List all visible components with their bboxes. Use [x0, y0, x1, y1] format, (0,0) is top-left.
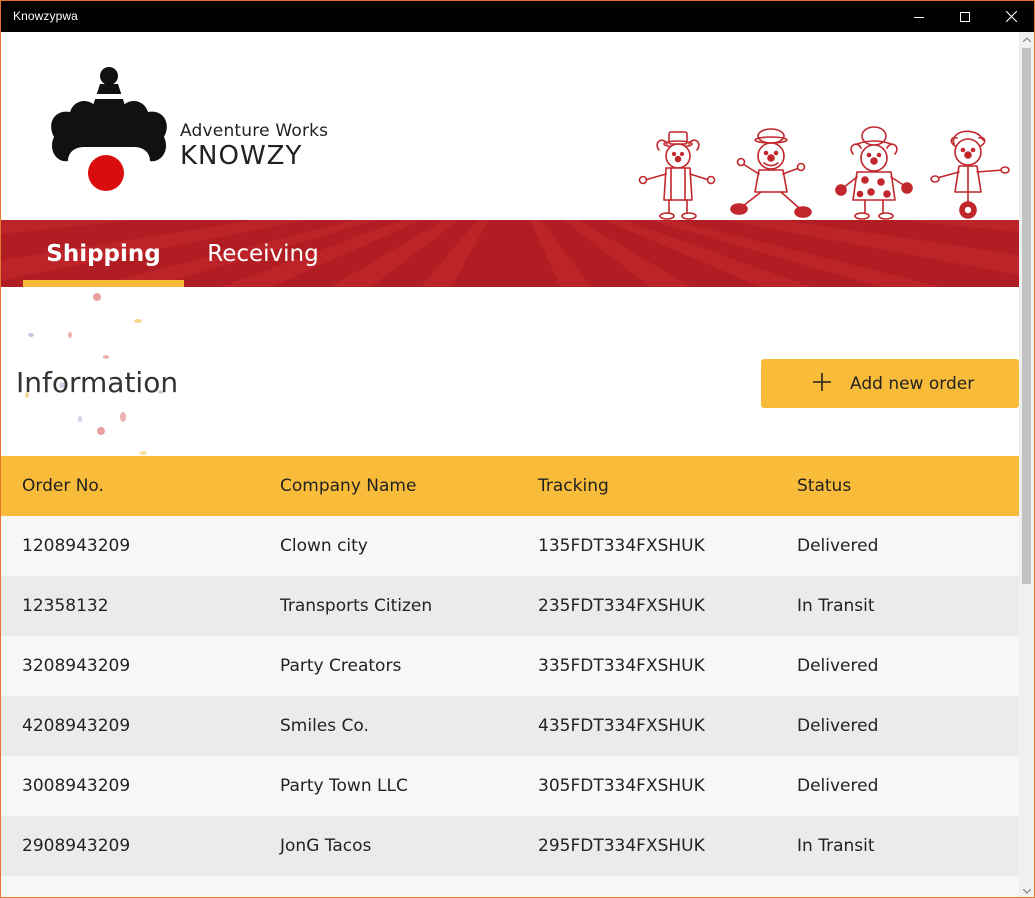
plus-icon — [813, 373, 831, 391]
column-header-company-name[interactable]: Company Name — [280, 476, 416, 496]
active-tab-indicator — [23, 280, 184, 287]
cell-tracking: 235FDT334FXSHUK — [538, 596, 705, 616]
cell-company-name: Transports Citizen — [280, 596, 433, 616]
cell-status: Delivered — [797, 536, 879, 556]
cell-company-name: Party Creators — [280, 656, 402, 676]
close-button[interactable] — [988, 1, 1034, 32]
app-window: Knowzypwa Adventure Works KNOWZY Shippin… — [0, 0, 1035, 898]
cell-tracking: 305FDT334FXSHUK — [538, 776, 705, 796]
clown-figure-4 — [930, 130, 1010, 219]
column-header-tracking[interactable]: Tracking — [538, 476, 609, 496]
nav-bar: Shipping Receiving — [1, 220, 1019, 287]
brand-subtitle: Adventure Works — [180, 121, 329, 141]
cell-order-no: 1208943209 — [22, 536, 131, 556]
section-title: Information — [16, 366, 179, 399]
cell-order-no: 3208943209 — [22, 656, 131, 676]
brand: Adventure Works KNOWZY — [180, 121, 328, 171]
cell-tracking: 135FDT334FXSHUK — [538, 536, 705, 556]
cell-status: Delivered — [797, 716, 879, 736]
scroll-up-button[interactable] — [1019, 32, 1034, 46]
table-row-partial[interactable] — [1, 876, 1019, 897]
cell-company-name: Clown city — [280, 536, 368, 556]
cell-order-no: 2908943209 — [22, 836, 131, 856]
clown-figure-2 — [730, 128, 812, 218]
title-bar[interactable]: Knowzypwa — [1, 1, 1034, 32]
table-row[interactable]: 2908943209 JonG Tacos 295FDT334FXSHUK In… — [1, 816, 1019, 876]
close-icon — [1005, 11, 1017, 22]
tab-shipping[interactable]: Shipping — [23, 220, 184, 287]
table-row[interactable]: 3008943209 Party Town LLC 305FDT334FXSHU… — [1, 756, 1019, 816]
cell-tracking: 295FDT334FXSHUK — [538, 836, 705, 856]
scrollbar-thumb[interactable] — [1022, 48, 1031, 584]
cell-status: In Transit — [797, 596, 875, 616]
cell-tracking: 435FDT334FXSHUK — [538, 716, 705, 736]
clown-figure-1 — [638, 131, 716, 220]
cell-tracking: 335FDT334FXSHUK — [538, 656, 705, 676]
cell-company-name: Smiles Co. — [280, 716, 369, 736]
clown-illustrations — [638, 126, 1010, 220]
table-row[interactable]: 12358132 Transports Citizen 235FDT334FXS… — [1, 576, 1019, 636]
brand-name: KNOWZY — [180, 141, 303, 171]
window-title: Knowzypwa — [13, 9, 78, 23]
table-row[interactable]: 4208943209 Smiles Co. 435FDT334FXSHUK De… — [1, 696, 1019, 756]
cell-company-name: Party Town LLC — [280, 776, 408, 796]
clown-logo — [51, 67, 167, 191]
minimize-button[interactable] — [896, 1, 942, 32]
cell-order-no: 3008943209 — [22, 776, 131, 796]
minimize-icon — [914, 16, 924, 18]
maximize-button[interactable] — [942, 1, 988, 32]
cell-status: Delivered — [797, 776, 879, 796]
vertical-scrollbar[interactable] — [1019, 32, 1034, 897]
cell-order-no: 4208943209 — [22, 716, 131, 736]
clown-figure-3 — [835, 126, 913, 220]
main-content[interactable]: Adventure Works KNOWZY Shipping Receivin… — [1, 32, 1019, 897]
column-header-order-no[interactable]: Order No. — [22, 476, 104, 496]
cell-status: In Transit — [797, 836, 875, 856]
maximize-icon — [960, 11, 970, 22]
orders-table: Order No. Company Name Tracking Status 1… — [1, 456, 1019, 897]
cell-status: Delivered — [797, 656, 879, 676]
chevron-up-icon — [1022, 36, 1031, 42]
table-row[interactable]: 3208943209 Party Creators 335FDT334FXSHU… — [1, 636, 1019, 696]
cell-order-no: 12358132 — [22, 596, 109, 616]
scroll-down-button[interactable] — [1019, 884, 1034, 897]
cell-company-name: JonG Tacos — [280, 836, 372, 856]
add-new-order-button[interactable]: Add new order — [761, 359, 1019, 408]
add-new-order-label: Add new order — [850, 374, 975, 394]
table-header: Order No. Company Name Tracking Status — [1, 456, 1019, 516]
chevron-down-icon — [1022, 888, 1031, 894]
column-header-status[interactable]: Status — [797, 476, 851, 496]
tab-receiving[interactable]: Receiving — [193, 220, 333, 287]
table-row[interactable]: 1208943209 Clown city 135FDT334FXSHUK De… — [1, 516, 1019, 576]
